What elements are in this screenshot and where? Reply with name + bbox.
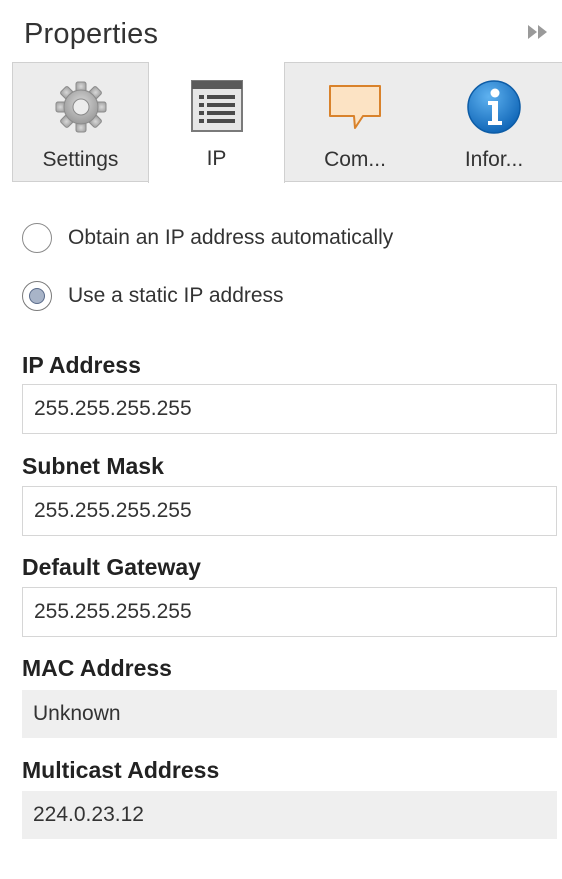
radio-label-obtain-automatically: Obtain an IP address automatically xyxy=(68,226,394,249)
info-icon xyxy=(464,79,524,135)
panel-title: Properties xyxy=(24,18,159,50)
tab-communication-label: Com... xyxy=(324,148,386,171)
radio-selected-dot xyxy=(29,288,45,304)
mac-address-value: Unknown xyxy=(22,690,557,738)
ip-address-field[interactable]: 255.255.255.255 xyxy=(22,384,557,434)
multicast-address-value: 224.0.23.12 xyxy=(22,791,557,839)
mac-address-label: MAC Address xyxy=(22,655,172,681)
tab-settings[interactable]: Settings xyxy=(13,63,148,182)
tab-settings-label: Settings xyxy=(42,148,119,171)
double-chevron-right-icon-second xyxy=(537,25,547,39)
radio-obtain-ip-automatically[interactable]: Obtain an IP address automatically xyxy=(22,223,393,253)
collapse-panel-button[interactable] xyxy=(522,22,552,42)
ip-address-label: IP Address xyxy=(22,352,141,378)
properties-header: Properties xyxy=(0,0,562,62)
multicast-address-label: Multicast Address xyxy=(22,757,220,783)
radio-use-static-ip[interactable]: Use a static IP address xyxy=(22,281,284,311)
radio-button-unchecked[interactable] xyxy=(22,223,52,253)
tab-information[interactable]: Infor... xyxy=(425,63,562,182)
default-gateway-label: Default Gateway xyxy=(22,554,201,580)
tab-ip[interactable]: IP xyxy=(148,62,285,183)
subnet-mask-label: Subnet Mask xyxy=(22,453,164,479)
gear-icon xyxy=(51,79,111,135)
default-gateway-field[interactable]: 255.255.255.255 xyxy=(22,587,557,637)
radio-label-static-ip: Use a static IP address xyxy=(68,284,284,307)
document-list-icon xyxy=(187,78,247,134)
speech-bubble-icon xyxy=(325,79,385,135)
subnet-mask-field[interactable]: 255.255.255.255 xyxy=(22,486,557,536)
tab-bar: Settings IP Com... Infor... xyxy=(12,62,562,183)
double-chevron-right-icon xyxy=(527,25,537,39)
radio-button-checked[interactable] xyxy=(22,281,52,311)
tab-information-label: Infor... xyxy=(464,148,524,171)
tab-communication[interactable]: Com... xyxy=(285,63,425,182)
tab-ip-label: IP xyxy=(206,147,227,170)
